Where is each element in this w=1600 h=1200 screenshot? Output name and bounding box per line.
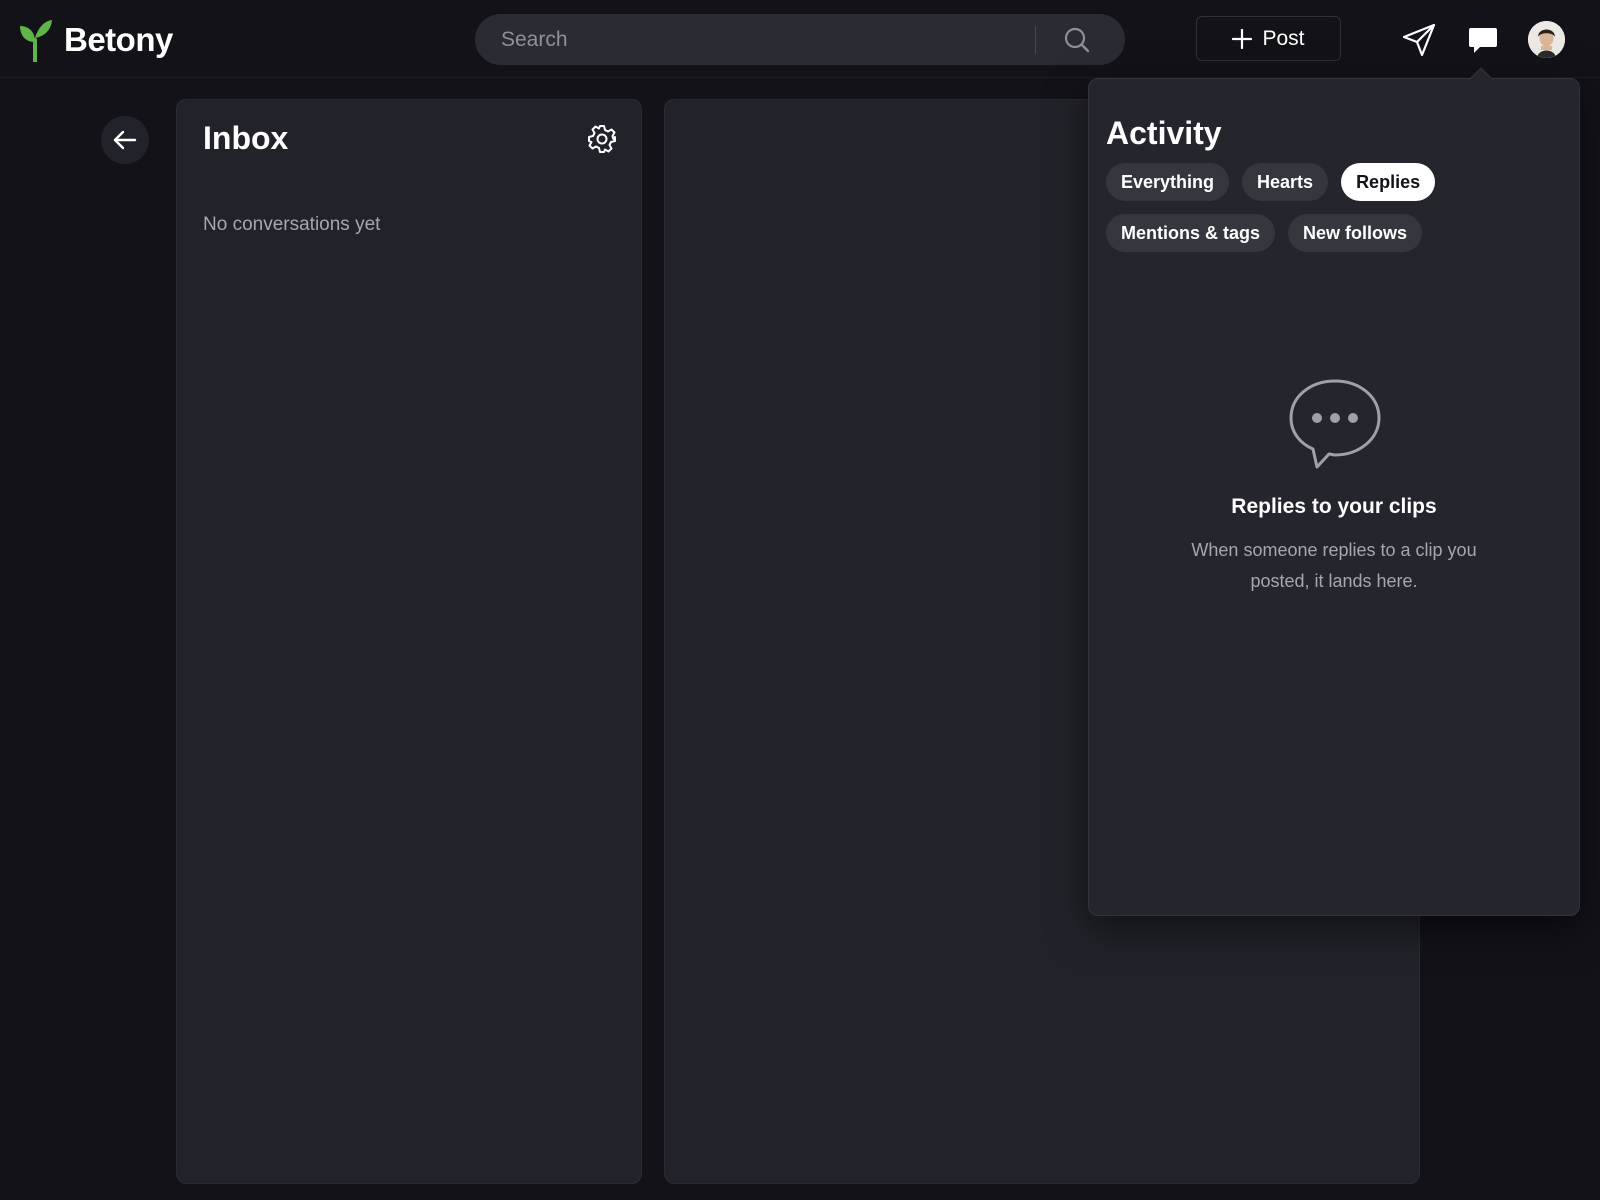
send-icon bbox=[1402, 23, 1436, 57]
inbox-empty-message: No conversations yet bbox=[203, 214, 381, 235]
search-input[interactable] bbox=[499, 14, 979, 65]
gear-icon bbox=[588, 125, 616, 153]
filter-chip-mentions-tags[interactable]: Mentions & tags bbox=[1106, 214, 1276, 252]
avatar[interactable] bbox=[1528, 21, 1565, 58]
brand[interactable]: Betony bbox=[18, 18, 173, 62]
speech-bubble-dots-icon bbox=[1289, 379, 1381, 469]
search-button[interactable] bbox=[1047, 20, 1107, 60]
filter-chip-replies[interactable]: Replies bbox=[1341, 163, 1436, 201]
filter-chip-everything[interactable]: Everything bbox=[1106, 163, 1230, 201]
activity-filter-chips: Everything Hearts Replies Mentions & tag… bbox=[1106, 163, 1546, 252]
filter-chip-hearts[interactable]: Hearts bbox=[1242, 163, 1329, 201]
activity-title: Activity bbox=[1106, 115, 1222, 151]
activity-popover: Activity Everything Hearts Replies Menti… bbox=[1088, 78, 1580, 916]
inbox-title: Inbox bbox=[203, 120, 289, 156]
back-button[interactable] bbox=[101, 116, 149, 164]
app-name: Betony bbox=[64, 21, 173, 58]
inbox-settings-button[interactable] bbox=[583, 120, 621, 158]
arrow-left-icon bbox=[113, 130, 137, 150]
post-button[interactable]: Post bbox=[1196, 16, 1341, 61]
plus-icon bbox=[1232, 28, 1253, 49]
messages-button[interactable] bbox=[1462, 19, 1504, 61]
empty-state-description: When someone replies to a clip you poste… bbox=[1191, 540, 1477, 591]
inbox-panel: Inbox No conversations yet bbox=[176, 99, 642, 1184]
search-icon bbox=[1064, 27, 1090, 53]
chat-bubble-icon bbox=[1469, 28, 1497, 53]
send-button[interactable] bbox=[1398, 19, 1440, 61]
search-bar bbox=[475, 14, 1125, 65]
search-divider bbox=[1035, 26, 1036, 54]
user-avatar-icon bbox=[1528, 21, 1565, 58]
empty-state-title: Replies to your clips bbox=[1231, 495, 1437, 518]
sprout-logo-icon bbox=[20, 20, 52, 62]
top-navigation-bar: Betony Post bbox=[0, 0, 1600, 78]
filter-chip-new-follows[interactable]: New follows bbox=[1288, 214, 1423, 252]
post-button-label: Post bbox=[1262, 26, 1305, 50]
